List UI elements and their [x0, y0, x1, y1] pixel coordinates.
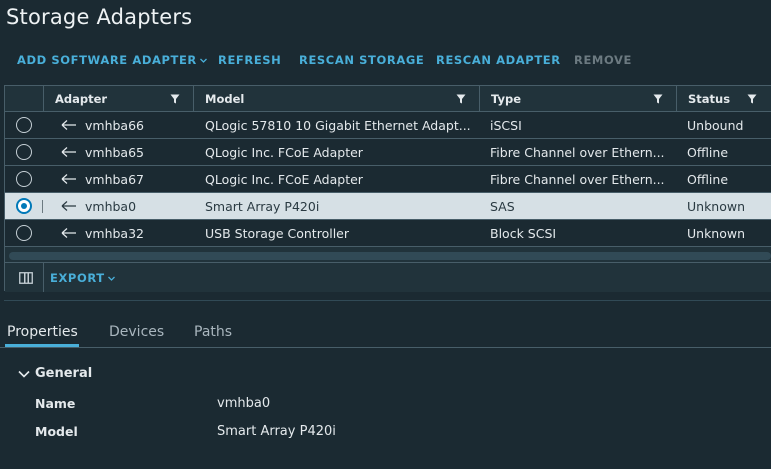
active-tab-indicator [5, 344, 79, 347]
filter-icon[interactable] [747, 94, 757, 104]
cell-adapter: vmhba67 [85, 171, 144, 187]
cell-model: QLogic Inc. FCoE Adapter [205, 144, 363, 160]
row-radio-selected[interactable] [16, 198, 32, 214]
filter-icon[interactable] [456, 94, 466, 104]
refresh-button[interactable]: REFRESH [218, 53, 281, 67]
column-header-model[interactable]: Model [193, 86, 479, 111]
column-header-status[interactable]: Status [676, 86, 771, 111]
row-radio[interactable] [16, 144, 32, 160]
cell-model: Smart Array P420i [205, 198, 320, 214]
cell-status: Offline [687, 144, 729, 160]
table-row[interactable]: vmhba65 QLogic Inc. FCoE Adapter Fibre C… [5, 139, 771, 166]
adapter-icon [61, 145, 77, 159]
cell-adapter: vmhba66 [85, 117, 144, 133]
property-label-model: Model [35, 424, 78, 439]
tab-devices[interactable]: Devices [109, 324, 164, 340]
row-radio[interactable] [16, 117, 32, 133]
section-title: General [35, 366, 93, 381]
rescan-storage-button[interactable]: RESCAN STORAGE [299, 53, 424, 67]
adapter-icon [61, 118, 77, 132]
column-header-label: Type [491, 91, 522, 106]
grid-footer: EXPORT [5, 262, 771, 292]
column-header-label: Adapter [55, 91, 108, 106]
add-software-adapter-button[interactable]: ADD SOFTWARE ADAPTER [17, 53, 207, 67]
adapter-icon [61, 199, 77, 213]
tab-paths[interactable]: Paths [194, 324, 232, 340]
table-row[interactable]: vmhba66 QLogic 57810 10 Gigabit Ethernet… [5, 112, 771, 139]
table-row[interactable]: vmhba32 USB Storage Controller Block SCS… [5, 220, 771, 247]
footer-divider [43, 263, 44, 292]
remove-button[interactable]: REMOVE [574, 53, 632, 67]
column-header-type[interactable]: Type [479, 86, 676, 111]
adapter-icon [61, 226, 77, 240]
property-value-model: Smart Array P420i [217, 424, 336, 439]
column-header-label: Model [205, 91, 245, 106]
cell-type: SAS [490, 198, 515, 214]
row-divider [42, 200, 43, 213]
cell-type: iSCSI [490, 117, 522, 133]
cell-status: Unbound [687, 117, 744, 133]
add-software-adapter-label: ADD SOFTWARE ADAPTER [17, 53, 197, 67]
export-button[interactable]: EXPORT [50, 271, 115, 285]
grid-header: Adapter Model Type Status [5, 86, 771, 112]
rescan-adapter-button[interactable]: RESCAN ADAPTER [436, 53, 561, 67]
cell-type: Fibre Channel over Ethern... [490, 171, 665, 187]
cell-model: QLogic 57810 10 Gigabit Ethernet Adapt..… [205, 117, 471, 133]
table-row[interactable]: vmhba67 QLogic Inc. FCoE Adapter Fibre C… [5, 166, 771, 193]
row-radio[interactable] [16, 171, 32, 187]
cell-type: Fibre Channel over Ethern... [490, 144, 665, 160]
cell-status: Unknown [687, 198, 746, 214]
panel-divider [4, 300, 771, 301]
column-header-adapter[interactable]: Adapter [43, 86, 193, 111]
property-value-name: vmhba0 [217, 396, 271, 411]
details-tabs: Properties Devices Paths [0, 318, 771, 348]
cell-model: QLogic Inc. FCoE Adapter [205, 171, 363, 187]
tab-properties[interactable]: Properties [7, 324, 78, 340]
filter-icon[interactable] [170, 94, 180, 104]
chevron-down-icon [199, 57, 207, 64]
cell-adapter: vmhba32 [85, 225, 144, 241]
cell-adapter: vmhba0 [85, 198, 137, 214]
adapter-icon [61, 172, 77, 186]
chevron-down-icon [107, 275, 115, 282]
column-header-label: Status [688, 91, 731, 106]
property-label-name: Name [35, 396, 76, 411]
export-label: EXPORT [50, 271, 105, 285]
chevron-down-icon [18, 369, 30, 379]
cell-status: Offline [687, 171, 729, 187]
filter-icon[interactable] [653, 94, 663, 104]
horizontal-scrollbar[interactable] [9, 252, 771, 260]
row-radio[interactable] [16, 225, 32, 241]
cell-status: Unknown [687, 225, 746, 241]
storage-adapters-grid: Adapter Model Type Status vmhba66 QLogic… [4, 85, 771, 292]
table-row-selected[interactable]: vmhba0 Smart Array P420i SAS Unknown [5, 193, 771, 220]
column-toggle-icon[interactable] [19, 272, 33, 284]
page-title: Storage Adapters [6, 5, 193, 29]
general-section-toggle[interactable]: General [18, 366, 92, 381]
cell-model: USB Storage Controller [205, 225, 350, 241]
cell-adapter: vmhba65 [85, 144, 144, 160]
cell-type: Block SCSI [490, 225, 557, 241]
